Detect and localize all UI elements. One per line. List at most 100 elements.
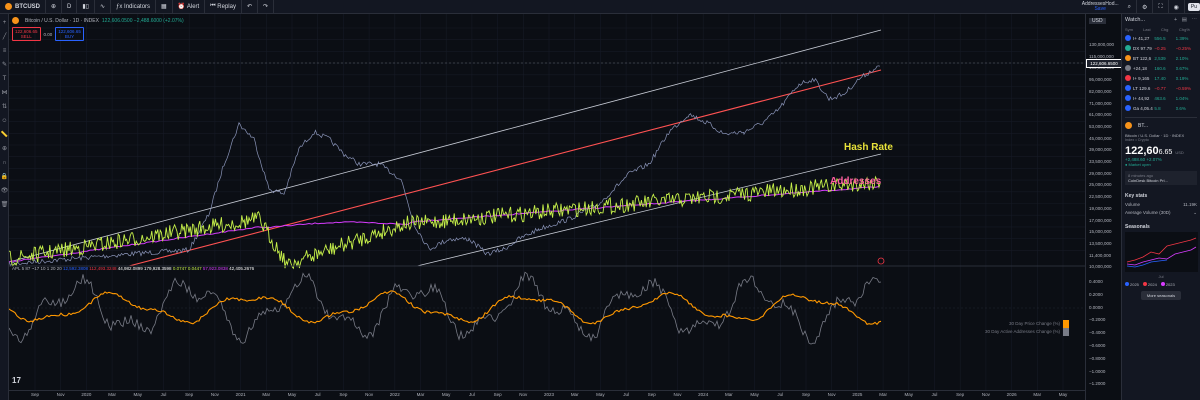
magnet-tool-icon[interactable]: ∩ [0,159,9,168]
seasonal-year[interactable]: 2024 [1142,282,1157,287]
time-axis-label: Jul [469,392,475,397]
watchlist-cell: 556.5 [1154,35,1166,41]
undo-button[interactable]: ↶ [242,0,258,14]
time-axis-label: Mar [570,392,579,397]
watchlist-row[interactable]: LT 129.6 −0.77 −0.59% [1122,83,1200,93]
chart-title: Bitcoin / U.S. Dollar · 1D · INDEX [25,17,99,24]
time-axis[interactable]: Sep Nov 2020 Mar May Jul Sep Nov 2021 Mar May Jul Se… [9,390,1085,400]
time-axis-label: May [750,392,759,397]
interval-button[interactable]: D [62,0,78,14]
news-item[interactable]: 8 minutes ago CoinDesk Bitcoin Pri... [1125,171,1197,185]
watchlist-cell: I+ 41,27 [1133,35,1150,41]
symbol-search[interactable]: BTCUSD [0,0,46,14]
oscillator-legend: 30 Day Price Change (%) 30 Day Active Add… [985,320,1070,337]
watchlist-cell: 0.19% [1175,75,1189,81]
fullscreen-button[interactable]: ⛶ [1153,0,1169,14]
chevron-down-icon[interactable]: ⌄ [1193,210,1197,216]
time-axis-label: May [287,392,297,397]
key-stats-heading: Key stats [1125,193,1148,199]
layout-name-button[interactable]: AddressesHod... Save [1078,2,1123,12]
alert-button[interactable]: ⏰ Alert [173,0,206,14]
currency-button[interactable]: USD [1089,18,1106,24]
bar-style-button[interactable]: ▮▯ [77,0,95,14]
buy-button[interactable]: 122,606.65 BUY [55,27,84,41]
time-axis-label: 2026 [1006,392,1017,397]
indicator-value: APL 5 87 ~17 10 1 20 20 [12,266,64,271]
toolbar-right: AddressesHod... Save ⌕ ⚙ ⛶ ◉ Pu [1078,0,1200,14]
price-chart[interactable] [9,14,1085,390]
watchlist-cell: I+ 9,165 [1133,75,1150,81]
indicators-icon: ƒx [116,3,125,10]
seasonal-year[interactable]: 2023 [1160,282,1175,287]
channel-lower-line[interactable] [416,153,882,267]
replay-button[interactable]: ⏮ Replay [205,0,242,14]
layouts-button[interactable]: ▦ [156,0,173,14]
lock-tool-icon[interactable]: 🔒 [0,173,9,182]
watchlist-title[interactable]: Watch... [1125,17,1145,23]
publish-button[interactable]: Pu [1187,3,1200,11]
watchlist-cell: −0.25% [1175,45,1192,51]
brush-tool-icon[interactable]: ✎ [0,61,9,70]
indicators-button[interactable]: ƒx Indicators [111,0,157,14]
watchlist-column-header[interactable]: Sym [1125,27,1143,32]
price-axis[interactable]: USD 130,000,000115,000,000105,000,00095,… [1085,14,1122,400]
watchlist-row[interactable]: +24,18 160.6 0.67% [1122,63,1200,73]
price-axis-label: 15,000,000 [1089,229,1112,235]
line-chart-icon: ∿ [99,4,106,10]
seasonal-month: Jul [1158,274,1164,279]
zoom-tool-icon[interactable]: ⊕ [0,145,9,154]
search-button[interactable]: ⌕ [1123,0,1138,14]
time-axis-label: Mar [416,392,425,397]
watchlist-column-header[interactable]: Chg [1161,27,1179,32]
watchlist-row[interactable]: DX 97.79 −0.25 −0.25% [1122,43,1200,53]
eye-tool-icon[interactable]: 👁 [0,187,9,196]
time-axis-label: Mar [725,392,733,397]
text-tool-icon[interactable]: T [0,75,9,84]
time-axis-label: 2021 [235,392,246,397]
watchlist-column-header[interactable]: Chg% [1179,27,1197,32]
more-icon[interactable]: ⋯ [1192,17,1198,23]
oscillator-legend-item: 30 Day Price Change (%) [985,320,1070,328]
trendline-tool-icon[interactable]: ╱ [0,33,9,42]
camera-button[interactable]: ◉ [1169,0,1185,14]
redo-button[interactable]: ↷ [258,0,275,14]
indicator-value: 112,493.3248 [89,266,118,271]
pattern-tool-icon[interactable]: ⋈ [0,89,9,98]
price-axis-label: 71,000,000 [1089,100,1112,106]
time-axis-label: Sep [185,392,194,397]
time-axis-label: Jul [777,392,784,397]
watchlist-row[interactable]: Ga 4,05.4 5.8 0.6% [1122,103,1200,113]
add-symbol-button[interactable]: ⊕ [46,0,63,14]
prediction-tool-icon[interactable]: ⇅ [0,103,9,112]
sell-button[interactable]: 122,606.65 SELL [12,27,41,41]
watchlist-row[interactable]: I+ 9,165 17.40 0.19% [1122,73,1200,83]
watchlist-cell: 17.40 [1154,75,1166,81]
time-axis-label: Mar [262,392,271,397]
watchlist-cell: 0.67% [1175,65,1189,71]
crosshair-tool-icon[interactable]: + [0,19,9,28]
watchlist-row[interactable]: BT 122,6 2,539 2.10% [1122,53,1200,63]
watchlist-cell: 0.6% [1175,105,1186,111]
search-icon: ⌕ [1127,3,1132,10]
trend-red-line[interactable] [128,69,882,267]
watchlist-column-header[interactable]: Last [1143,27,1161,32]
trash-tool-icon[interactable]: 🗑 [0,201,9,210]
chart-type-button[interactable]: ∿ [95,0,112,14]
seasonals-chart [1125,232,1198,272]
watchlist-cell: +24,18 [1133,65,1147,71]
table-icon[interactable]: ▤ [1182,17,1187,23]
fib-tool-icon[interactable]: ≡ [0,47,9,56]
watchlist-cell: −0.59% [1175,85,1192,91]
details-symbol[interactable]: BT... [1138,123,1148,129]
watchlist-cell: BT 122,6 [1133,55,1152,61]
more-seasonals-button[interactable]: More seasonals [1141,291,1181,300]
plus-icon[interactable]: + [1174,17,1177,23]
time-axis-label: 2023 [543,392,555,397]
watchlist-row[interactable]: I+ 41,27 556.5 1.39% [1122,33,1200,43]
icons-tool-icon[interactable]: ☺ [0,117,9,126]
settings-button[interactable]: ⚙ [1137,0,1154,14]
watchlist-row[interactable]: I+ 44,92 463.6 1.04% [1122,93,1200,103]
ruler-tool-icon[interactable]: 📏 [0,131,9,140]
time-axis-label: Mar [1033,392,1042,397]
seasonal-year[interactable]: 2025 [1125,282,1139,287]
